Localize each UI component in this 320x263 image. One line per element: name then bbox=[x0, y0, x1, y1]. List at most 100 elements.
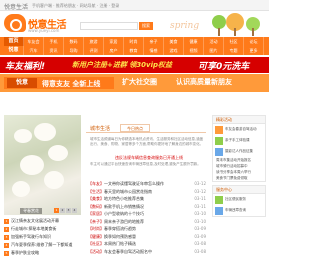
nav-item[interactable]: 汽车 bbox=[24, 46, 44, 55]
news-date: 03-09 bbox=[194, 226, 206, 231]
list-item[interactable]: 3 加强新手驾驶行车知识 bbox=[4, 233, 81, 241]
nav-item[interactable]: 资讯 bbox=[44, 46, 64, 55]
news-item[interactable]: 03-08 【活动】车友会春季自驾活动报名中 bbox=[88, 248, 206, 256]
nav-item[interactable]: 专题 bbox=[224, 46, 244, 55]
news-title: 地方特色小吃推荐合集 bbox=[104, 196, 144, 201]
nav-item[interactable]: 悦意 bbox=[4, 46, 24, 55]
header: 悦意生活 www.yueyi.com 搜索 spring bbox=[0, 11, 269, 37]
news-item[interactable]: 03-12 【生活】春天里的城市公园赏花指南 bbox=[88, 188, 206, 196]
nav-item[interactable]: 手机 bbox=[44, 37, 64, 46]
nav-item[interactable]: 首页 bbox=[4, 37, 24, 46]
activity-item[interactable]: 亲子手工体验课 bbox=[213, 135, 265, 146]
site-logo[interactable]: 悦意生活 www.yueyi.com bbox=[4, 14, 67, 34]
logo-icon bbox=[4, 14, 26, 32]
activity-panel: 精彩活动 车友会春游自驾活动 亲子手工体验课 摄影达人作品征集 周末市集活动开始报名… bbox=[212, 115, 266, 182]
tree-trunk bbox=[218, 28, 220, 36]
news-category: 【车友】 bbox=[88, 181, 104, 186]
top-links[interactable]: 手机客户端 · 推荐给朋友 · 网站导航 · 注册 · 登录 bbox=[32, 3, 119, 9]
news-date: 03-10 bbox=[194, 218, 206, 224]
nav-item[interactable]: 评测 bbox=[84, 46, 104, 55]
banner-social-mid: 扩大社交圈 bbox=[122, 78, 157, 86]
nav-item[interactable]: 活动 bbox=[204, 37, 224, 46]
banner-tag: 悦意 bbox=[7, 78, 37, 88]
search-button[interactable]: 搜索 bbox=[139, 22, 153, 30]
nav-item[interactable]: 健康 bbox=[184, 37, 204, 46]
news-date: 03-11 bbox=[194, 196, 206, 201]
promo-banner-car[interactable]: 车友福利! 新用户注册+进群 领30vip权益 可享0元洗车 bbox=[0, 57, 269, 73]
search-input[interactable] bbox=[80, 22, 138, 30]
list-bullet-icon: 2 bbox=[4, 227, 9, 232]
nav-item[interactable]: 导购 bbox=[64, 46, 84, 55]
nav-item[interactable]: 旅游 bbox=[84, 37, 104, 46]
service-item[interactable]: 社区便民服务 bbox=[213, 194, 265, 205]
news-category: 【活动】 bbox=[88, 248, 104, 254]
news-date: 03-11 bbox=[194, 203, 206, 209]
photo-page-button[interactable]: 4 bbox=[72, 208, 77, 213]
nav-item[interactable]: 数码 bbox=[64, 37, 84, 46]
news-date: 03-12 bbox=[194, 188, 206, 194]
news-title: 新款手机上市销售情况 bbox=[104, 203, 144, 209]
activity-thumbnail bbox=[215, 147, 223, 156]
promo-banner-social[interactable]: 悦意 得意支友 全新上线 扩大社交圈 认识高质量新朋友 bbox=[0, 74, 269, 92]
nav-item[interactable]: 更多 bbox=[244, 46, 264, 55]
list-item-title: 汽车夏季保养:维修了解一下都知道 bbox=[11, 242, 73, 247]
service-panel: 服务中心 社区便民服务 车辆违章查询 bbox=[212, 185, 266, 217]
nav-item[interactable]: 教育 bbox=[124, 46, 144, 55]
nav-item[interactable]: 图片 bbox=[204, 46, 224, 55]
activity-item[interactable]: 车友会春游自驾活动 bbox=[213, 124, 265, 135]
nav-item[interactable]: 家居 bbox=[104, 37, 124, 46]
news-item[interactable]: 03-09 【健康】换季如何预防感冒 bbox=[88, 233, 206, 241]
news-title: 换季如何预防感冒 bbox=[104, 233, 136, 239]
news-date: 03-08 bbox=[194, 241, 206, 246]
list-item[interactable]: 2 行走城市:探秘本地美食街 bbox=[4, 225, 81, 233]
news-item[interactable]: 03-10 【家居】小户型收纳的十个技巧 bbox=[88, 210, 206, 218]
news-category: 【时尚】 bbox=[88, 226, 104, 231]
nav-item[interactable]: 论坛 bbox=[244, 37, 264, 46]
photo-page-button[interactable]: 3 bbox=[66, 208, 71, 213]
headline-link[interactable]: 违反法规车辆信息查询服务已开通上线 bbox=[104, 155, 194, 161]
news-item[interactable]: 03-10 【亲子】周末亲子游目的地推荐 bbox=[88, 218, 206, 226]
news-item[interactable]: 03-08 【社区】本周热门帖子精选 bbox=[88, 240, 206, 248]
nav-item[interactable]: 房产 bbox=[104, 46, 124, 55]
nav-item[interactable]: 游戏 bbox=[164, 46, 184, 55]
tree-trunk bbox=[234, 28, 236, 36]
tree-trunk bbox=[252, 28, 254, 36]
news-date: 03-08 bbox=[194, 248, 206, 254]
activity-item-title: 亲子手工体验课 bbox=[225, 138, 250, 142]
section-title: 城市生活 bbox=[90, 126, 111, 132]
news-date: 03-09 bbox=[194, 233, 206, 239]
nav-item[interactable]: 时尚 bbox=[124, 37, 144, 46]
activity-item[interactable]: 摄影达人作品征集 bbox=[213, 146, 265, 157]
service-thumbnail bbox=[215, 195, 223, 204]
list-bullet-icon: 3 bbox=[4, 235, 9, 240]
list-item[interactable]: 4 汽车夏季保养:维修了解一下都知道 bbox=[4, 241, 81, 249]
news-category: 【家居】 bbox=[88, 211, 104, 216]
activity-link[interactable]: 美食节门票免费领取 bbox=[213, 175, 265, 181]
photo-pager: 1234 bbox=[54, 208, 77, 213]
nav-item[interactable]: 美食 bbox=[164, 37, 184, 46]
news-title: 春季穿搭流行趋势 bbox=[104, 226, 136, 231]
news-item[interactable]: 03-11 【数码】新款手机上市销售情况 bbox=[88, 203, 206, 211]
news-item[interactable]: 03-12 【车友】一文带你读懂驾驶证年审怎么操作 bbox=[88, 180, 206, 188]
news-item[interactable]: 03-09 【时尚】春季穿搭流行趋势 bbox=[88, 225, 206, 233]
banner-social-left: 悦意 得意支友 全新上线 bbox=[4, 77, 114, 89]
featured-photo[interactable] bbox=[4, 115, 81, 215]
activity-item-title: 车友会春游自驾活动 bbox=[225, 127, 257, 131]
spring-decoration: spring bbox=[170, 21, 200, 31]
list-item[interactable]: 1 汉江情亲友文化展活动开幕 bbox=[4, 217, 81, 225]
service-item[interactable]: 车辆违章查询 bbox=[213, 205, 265, 216]
news-item[interactable]: 03-11 【美食】地方特色小吃推荐合集 bbox=[88, 195, 206, 203]
section-intro: 城市生活频道每日为你精选本地热点资讯、生活服务和社区活动信息,涵盖出行、美食、购… bbox=[90, 137, 204, 146]
photo-caption: 寻春赏花 bbox=[20, 208, 42, 214]
nav-item[interactable]: 车友会 bbox=[24, 37, 44, 46]
nav-item[interactable]: 视频 bbox=[184, 46, 204, 55]
list-item[interactable]: 5 春季护肤全攻略 bbox=[4, 249, 81, 257]
top-site-name[interactable]: 悦意生活 bbox=[4, 2, 28, 11]
nav-item[interactable]: 亲子 bbox=[144, 37, 164, 46]
news-category: 【美食】 bbox=[88, 196, 104, 201]
nav-item[interactable]: 情感 bbox=[144, 46, 164, 55]
photo-page-button[interactable]: 1 bbox=[54, 208, 59, 213]
photo-page-button[interactable]: 2 bbox=[60, 208, 65, 213]
nav-item[interactable]: 社区 bbox=[224, 37, 244, 46]
tab-hot[interactable]: 今日热点 bbox=[120, 124, 150, 132]
